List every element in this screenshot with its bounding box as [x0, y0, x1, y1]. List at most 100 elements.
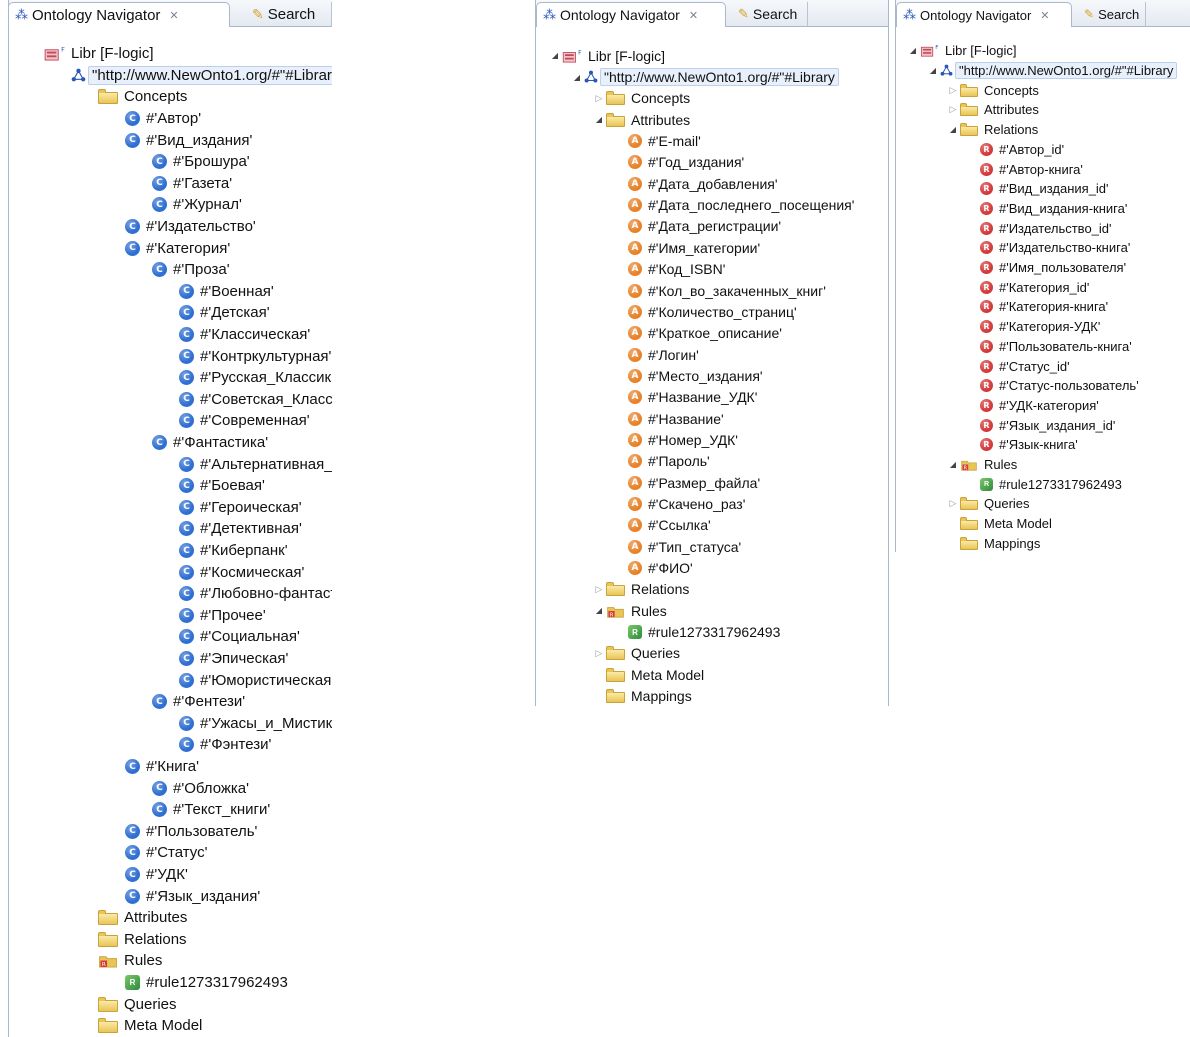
tree-item[interactable]: ▷ Concepts [592, 88, 691, 109]
tree-item[interactable]: ◢ R Rules [592, 600, 667, 621]
expand-arrow-icon[interactable]: ◢ [906, 46, 920, 55]
tree-item[interactable]: C #'Детективная' [179, 518, 302, 540]
tree-item[interactable]: C #'Фентези' [152, 691, 245, 713]
tree-item[interactable]: R #'Вид_издания-книга' [966, 199, 1127, 219]
tree-item[interactable]: R #'Имя_пользователя' [966, 258, 1126, 278]
tree-item[interactable]: R #'Пользователь-книга' [966, 337, 1132, 357]
tree-item[interactable]: C #'Ужасы_и_Мистика' [179, 713, 332, 735]
tree-item[interactable]: C #'Обложка' [152, 777, 249, 799]
tree-item[interactable]: A #'Краткое_описание' [614, 323, 782, 344]
expand-arrow-icon[interactable]: ◢ [592, 115, 606, 124]
tree-item[interactable]: C #'Космическая' [179, 561, 304, 583]
tree-item[interactable]: ▷ Queries [946, 494, 1030, 514]
tree-item[interactable]: R #'Язык-книга' [966, 435, 1078, 455]
tree-item[interactable]: A #'ФИО' [614, 557, 693, 578]
tree-item[interactable]: ▷ Concepts [946, 80, 1039, 100]
tree-item[interactable]: R #'Автор_id' [966, 140, 1064, 160]
tab-search[interactable]: ✎ Search [246, 2, 332, 26]
tree-item[interactable]: A #'Пароль' [614, 451, 710, 472]
tree-item[interactable]: A #'Код_ISBN' [614, 259, 725, 280]
tree-item[interactable]: Meta Model [946, 514, 1052, 534]
tree-item[interactable]: ◢ "http://www.NewOnto1.org/#"#Library [926, 61, 1178, 81]
tree-item[interactable]: C #'Фантастика' [152, 432, 268, 454]
tree-item[interactable]: C #'Современная' [179, 410, 310, 432]
tab-search[interactable]: ✎ Search [732, 2, 808, 26]
tree-item[interactable]: A #'Номер_УДК' [614, 429, 738, 450]
tree-item[interactable]: A #'Год_издания' [614, 152, 744, 173]
tree-item[interactable]: Concepts [98, 86, 187, 108]
tree-item[interactable]: Mappings [592, 686, 692, 707]
tree-item[interactable]: Meta Model [592, 664, 704, 685]
tree-item[interactable]: C #'УДК' [125, 864, 188, 886]
tree-item[interactable]: C #'Проза' [152, 259, 230, 281]
tree-item[interactable]: R #'Вид_издания_id' [966, 179, 1109, 199]
tree-item[interactable]: C #'Статус' [125, 842, 208, 864]
tree-item[interactable]: C #'Любовно-фантастические_романы' [179, 583, 332, 605]
expand-arrow-icon[interactable]: ◢ [946, 125, 960, 134]
tree-item[interactable]: A #'Кол_во_закаченных_книг' [614, 280, 826, 301]
expand-arrow-icon[interactable]: ◢ [926, 66, 940, 75]
tree-item[interactable]: A #'E-mail' [614, 130, 701, 151]
tree-item[interactable]: R #'Издательство_id' [966, 218, 1112, 238]
tree-item[interactable]: R #rule1273317962493 [966, 474, 1122, 494]
tree-item[interactable]: ◢ R Rules [946, 455, 1017, 475]
tab-ontology-navigator[interactable]: ⁂ Ontology Navigator ✕ [896, 2, 1072, 27]
expand-arrow-icon[interactable]: ◢ [570, 73, 584, 82]
tree-item[interactable]: A #'Имя_категории' [614, 237, 760, 258]
tree-item[interactable]: ▷ Queries [592, 643, 681, 664]
tree-item[interactable]: C #'Социальная' [179, 626, 300, 648]
tree-item[interactable]: C #'Русская_Классика' [179, 367, 332, 389]
tree-item[interactable]: C #'Контркультурная' [179, 345, 331, 367]
tree-item[interactable]: A #'Количество_страниц' [614, 301, 797, 322]
tree-item[interactable]: R #'Язык_издания_id' [966, 415, 1115, 435]
tree-item[interactable]: C #'Прочее' [179, 605, 266, 627]
tree-item[interactable]: C #'Издательство' [125, 216, 256, 238]
tree-item[interactable]: F Libr [F-logic] [44, 43, 154, 65]
tree-item[interactable]: R #rule1273317962493 [125, 972, 288, 994]
collapse-arrow-icon[interactable]: ▷ [946, 85, 960, 96]
tree-item[interactable]: C #'Язык_издания' [125, 885, 260, 907]
tree-item[interactable]: C #'Киберпанк' [179, 540, 288, 562]
tree-item[interactable]: A #'Место_издания' [614, 365, 763, 386]
tree-item[interactable]: A #'Название' [614, 408, 724, 429]
tree-item[interactable]: C #'Пользователь' [125, 821, 257, 843]
tree-item[interactable]: C #'Журнал' [152, 194, 242, 216]
tree-item[interactable]: C #'Эпическая' [179, 648, 288, 670]
tree-item[interactable]: C #'Героическая' [179, 497, 302, 519]
collapse-arrow-icon[interactable]: ▷ [592, 93, 606, 104]
tree-item[interactable]: A #'Название_УДК' [614, 387, 757, 408]
tree-item[interactable]: C #'Советская_Классика' [179, 389, 332, 411]
tree-item[interactable]: "http://www.NewOnto1.org/#"#Library [71, 65, 332, 87]
tree-item[interactable]: C #'Классическая' [179, 324, 310, 346]
close-icon[interactable]: ✕ [689, 9, 698, 22]
tree-item[interactable]: A #'Скачено_раз' [614, 493, 745, 514]
tree-item[interactable]: Mappings [946, 534, 1040, 553]
tree-item[interactable]: C #'Газета' [152, 173, 232, 195]
tree-item[interactable]: A #'Дата_регистрации' [614, 216, 781, 237]
expand-arrow-icon[interactable]: ◢ [592, 606, 606, 615]
tree-item[interactable]: ◢ F Libr [F-logic] [548, 45, 665, 66]
close-icon[interactable]: ✕ [169, 9, 178, 22]
tree-item[interactable]: C #'Военная' [179, 281, 274, 303]
close-icon[interactable]: ✕ [1040, 9, 1049, 22]
tab-ontology-navigator[interactable]: ⁂ Ontology Navigator ✕ [8, 2, 230, 27]
tree-item[interactable]: Attributes [98, 907, 187, 929]
tree-item[interactable]: ▷ Attributes [946, 100, 1039, 120]
tree-item[interactable]: A #'Тип_статуса' [614, 536, 741, 557]
collapse-arrow-icon[interactable]: ▷ [946, 498, 960, 509]
tree-item[interactable]: C #'Категория' [125, 237, 230, 259]
tree-item[interactable]: R #'УДК-категория' [966, 396, 1099, 416]
tree-item[interactable]: R #'Статус_id' [966, 356, 1070, 376]
tree-item[interactable]: C #'Автор' [125, 108, 201, 130]
tree-item[interactable]: C #'Боевая' [179, 475, 265, 497]
tree-item[interactable]: ◢ Attributes [592, 109, 690, 130]
expand-arrow-icon[interactable]: ◢ [946, 460, 960, 469]
tree-item[interactable]: R #'Издательство-книга' [966, 238, 1130, 258]
tree-item[interactable]: C #'Юмористическая' [179, 669, 332, 691]
tree-item[interactable]: C #'Фэнтези' [179, 734, 271, 756]
collapse-arrow-icon[interactable]: ▷ [946, 104, 960, 115]
tree-item[interactable]: R #'Категория_id' [966, 277, 1089, 297]
tree-item[interactable]: Relations [98, 929, 187, 951]
tree-item[interactable]: A #'Размер_файла' [614, 472, 760, 493]
tab-ontology-navigator[interactable]: ⁂ Ontology Navigator ✕ [536, 2, 726, 27]
